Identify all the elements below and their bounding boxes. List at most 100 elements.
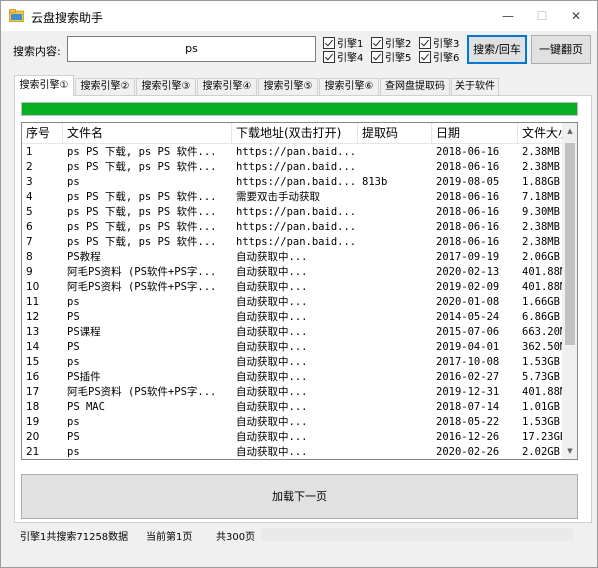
cell-filename: ps PS 下载, ps PS 软件... [67,236,217,248]
cell-download-url[interactable]: 自动获取中... [232,370,358,385]
close-button[interactable]: ✕ [559,1,593,31]
engine-5-checkbox[interactable]: 引擎5 [371,49,411,64]
vertical-scrollbar[interactable]: ▲ ▼ [562,123,577,459]
progress-fill [22,103,577,115]
table-row[interactable]: 18 PS MAC 自动获取中... 2018-07-14 1.01GB [22,400,562,415]
cell-download-url[interactable]: 自动获取中... [232,280,358,295]
status-strip [261,528,573,541]
cell-download-url[interactable]: 自动获取中... [232,295,358,310]
column-header-date[interactable]: 日期 [432,123,518,144]
cell-download-url[interactable]: 自动获取中... [232,355,358,370]
table-row[interactable]: 10 阿毛PS资料 (PS软件+PS字... 自动获取中... 2019-02-09 4… [22,280,562,295]
table-row[interactable]: 1 ps PS 下载, ps PS 软件... https://pan.baid..… [22,145,562,160]
cell-download-url[interactable]: 自动获取中... [232,385,358,400]
column-header-index[interactable]: 序号 [22,123,63,144]
scroll-down-icon[interactable]: ▼ [562,443,577,459]
cell-file-size: 401.88M [522,281,562,293]
cell-filename: PS [67,431,80,443]
cell-download-url[interactable]: https://pan.baid... [232,205,358,220]
table-row[interactable]: 5 ps PS 下载, ps PS 软件... https://pan.baid..… [22,205,562,220]
engine-4-label: 引擎4 [337,53,364,64]
cell-extract-code: 813b [362,176,388,188]
scroll-up-icon[interactable]: ▲ [562,123,577,139]
load-next-page-button[interactable]: 加载下一页 [21,474,578,519]
cell-date: 2020-02-26 [436,446,500,458]
table-row[interactable]: 9 阿毛PS资料 (PS软件+PS字... 自动获取中... 2020-02-13 40… [22,265,562,280]
maximize-button[interactable]: ☐ [525,1,559,31]
table-row[interactable]: 7 ps PS 下载, ps PS 软件... https://pan.baid..… [22,235,562,250]
cell-file-size: 2.38MB [522,236,560,248]
table-row[interactable]: 12 PS 自动获取中... 2014-05-24 6.86GB [22,310,562,325]
table-row[interactable]: 11 ps 自动获取中... 2020-01-08 1.66GB [22,295,562,310]
cell-download-url[interactable]: 自动获取中... [232,265,358,280]
cell-filename: ps [67,446,80,458]
table-row[interactable]: 3 ps https://pan.baid... 813b 2019-08-05 1.88… [22,175,562,190]
tab-engine-1[interactable]: 搜索引擎① [14,75,74,96]
tab-about[interactable]: 关于软件 [451,78,499,95]
cell-date: 2019-02-09 [436,281,500,293]
cell-download-url[interactable]: 自动获取中... [232,430,358,445]
cell-download-url[interactable]: 自动获取中... [232,415,358,430]
cell-filename: PS教程 [67,251,101,263]
engine-4-checkbox[interactable]: 引擎4 [323,49,364,64]
cell-download-url[interactable]: https://pan.baid... [232,235,358,250]
search-button[interactable]: 搜索/回车 [467,35,527,64]
engine-3-checkbox[interactable]: 引擎3 [419,35,459,50]
scroll-thumb[interactable] [565,143,575,345]
column-header-filename[interactable]: 文件名 [63,123,232,144]
tab-engine-2[interactable]: 搜索引擎② [75,78,135,95]
cell-download-url[interactable]: https://pan.baid... [232,145,358,160]
engine-2-checkbox[interactable]: 引擎2 [371,35,411,50]
cell-download-url[interactable]: 自动获取中... [232,250,358,265]
table-row[interactable]: 17 阿毛PS资料 (PS软件+PS字... 自动获取中... 2019-12-31 4… [22,385,562,400]
cell-index: 1 [26,146,33,158]
table-row[interactable]: 6 ps PS 下载, ps PS 软件... https://pan.baid..… [22,220,562,235]
cell-extract-code [358,400,432,415]
flip-pages-button[interactable]: 一键翻页 [531,35,591,64]
tab-engine-6[interactable]: 搜索引擎⑥ [319,78,379,95]
cell-filename: ps PS 下载, ps PS 软件... [67,206,217,218]
engine-6-checkbox[interactable]: 引擎6 [419,49,460,64]
cell-filename: 阿毛PS资料 (PS软件+PS字... [67,281,217,293]
cell-download-url[interactable]: 需要双击手动获取 [232,190,358,205]
table-row[interactable]: 8 PS教程 自动获取中... 2017-09-19 2.06GB [22,250,562,265]
column-header-download-url[interactable]: 下载地址(双击打开) [232,123,358,144]
cell-download-url[interactable]: https://pan.baid... [232,160,358,175]
engine-6-label: 引擎6 [433,53,460,64]
status-current-page: 当前第1页 [146,532,193,543]
cell-index: 18 [26,401,40,413]
cell-download-url[interactable]: 自动获取中... [232,310,358,325]
column-header-extract-code[interactable]: 提取码 [358,123,432,144]
cell-download-url[interactable]: 自动获取中... [232,340,358,355]
table-row[interactable]: 21 ps 自动获取中... 2020-02-26 2.02GB [22,445,562,459]
cell-download-url[interactable]: https://pan.baid... [232,220,358,235]
table-row[interactable]: 13 PS课程 自动获取中... 2015-07-06 663.20M [22,325,562,340]
cell-filename: PS插件 [67,371,101,383]
table-row[interactable]: 15 ps 自动获取中... 2017-10-08 1.53GB [22,355,562,370]
cell-index: 20 [26,431,40,443]
table-row[interactable]: 20 PS 自动获取中... 2016-12-26 17.23GB [22,430,562,445]
cell-filename: ps PS 下载, ps PS 软件... [67,221,217,233]
table-row[interactable]: 16 PS插件 自动获取中... 2016-02-27 5.73GB [22,370,562,385]
table-row[interactable]: 14 PS 自动获取中... 2019-04-01 362.50M [22,340,562,355]
search-input[interactable]: ps [67,36,316,62]
table-row[interactable]: 2 ps PS 下载, ps PS 软件... https://pan.baid..… [22,160,562,175]
cell-extract-code [358,340,432,355]
cell-download-url[interactable]: 自动获取中... [232,445,358,459]
table-row[interactable]: 4 ps PS 下载, ps PS 软件... 需要双击手动获取 2018-06-16… [22,190,562,205]
tab-engine-4[interactable]: 搜索引擎④ [197,78,257,95]
cell-filename: PS MAC [67,401,105,413]
tab-engine-5[interactable]: 搜索引擎⑤ [258,78,318,95]
cell-download-url[interactable]: 自动获取中... [232,325,358,340]
engine-1-checkbox[interactable]: 引擎1 [323,35,363,50]
tab-extract-code[interactable]: 查网盘提取码 [380,78,450,95]
cell-file-size: 9.30MB [522,206,560,218]
cell-filename: PS [67,341,80,353]
tab-engine-3[interactable]: 搜索引擎③ [136,78,196,95]
cell-download-url[interactable]: 自动获取中... [232,400,358,415]
cell-extract-code [358,445,432,459]
minimize-button[interactable]: — [491,1,525,31]
results-table[interactable]: 序号 文件名 下载地址(双击打开) 提取码 日期 文件大小 1 ps PS 下载,… [21,122,578,460]
cell-download-url[interactable]: https://pan.baid... [232,175,358,190]
table-row[interactable]: 19 ps 自动获取中... 2018-05-22 1.53GB [22,415,562,430]
